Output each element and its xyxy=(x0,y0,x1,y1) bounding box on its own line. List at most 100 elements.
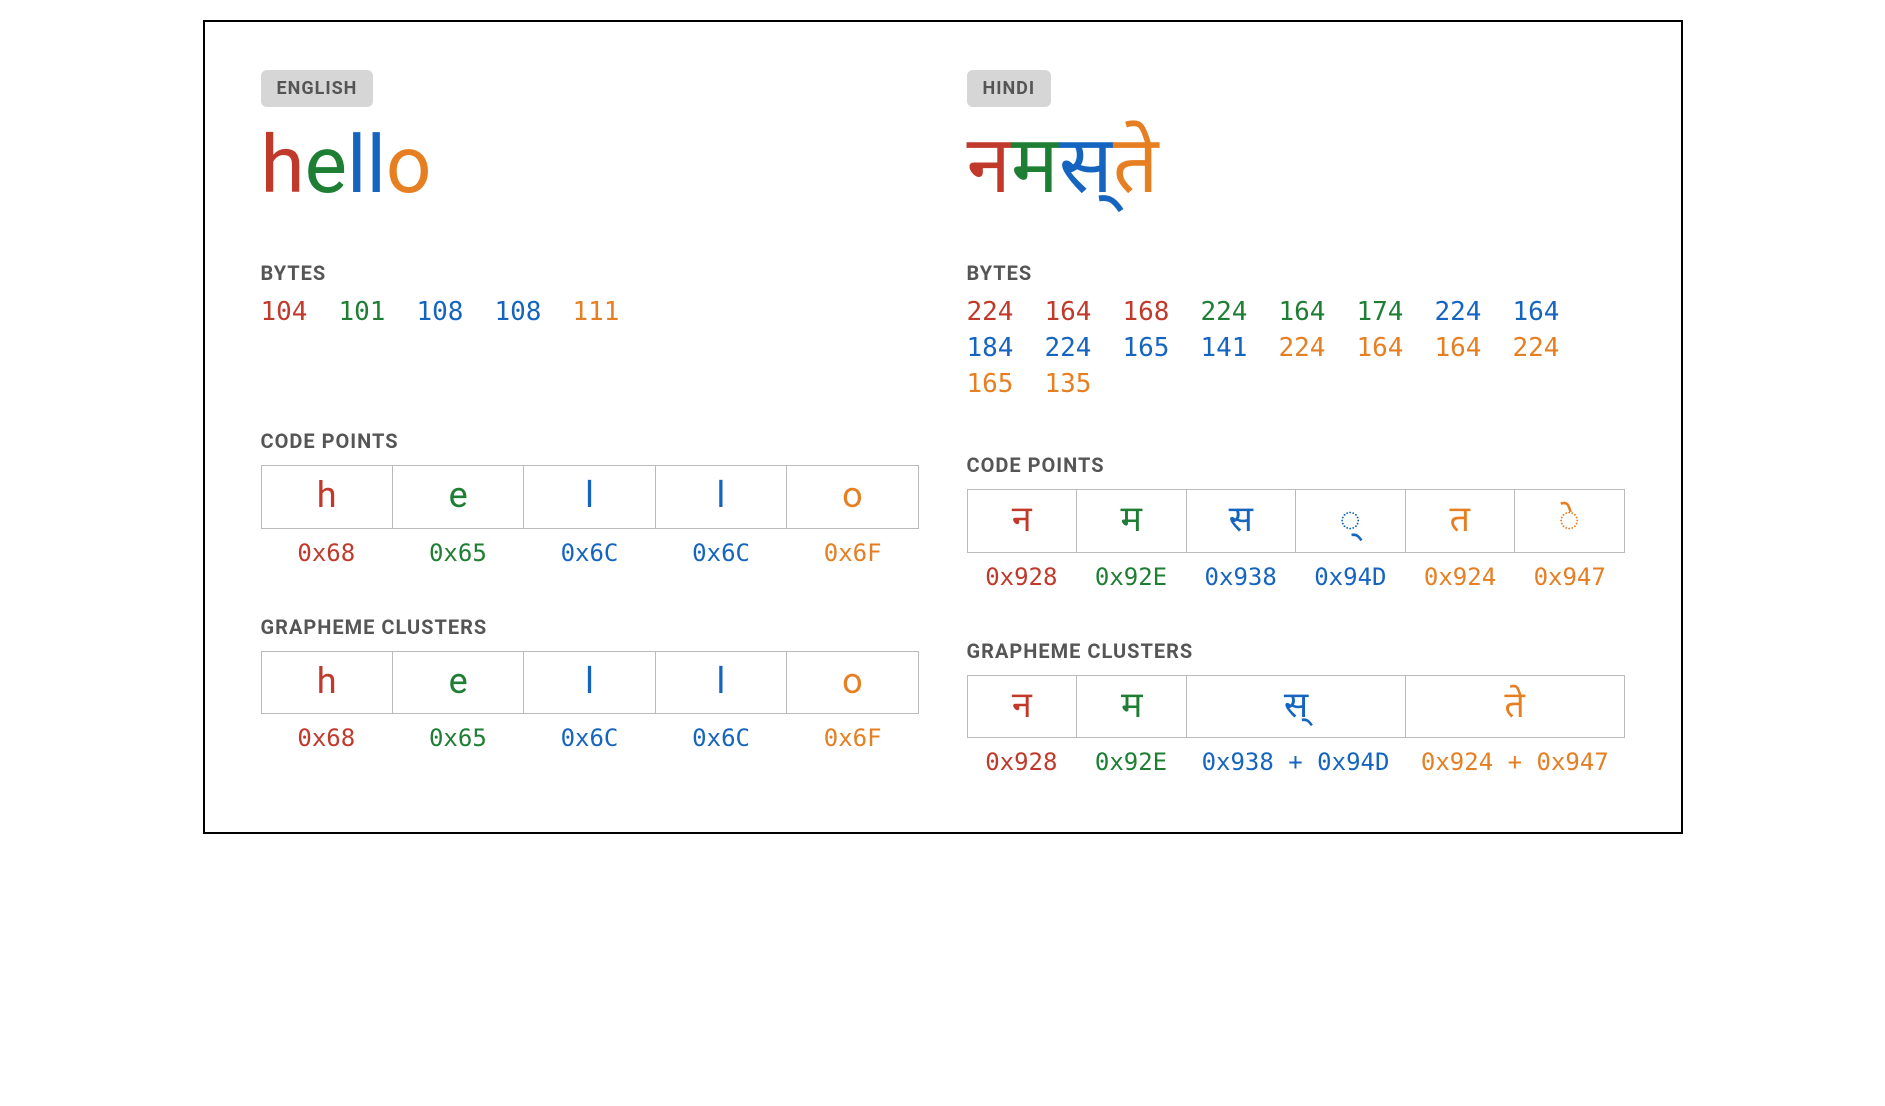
byte-value: 101 xyxy=(339,297,417,327)
headline-char: h xyxy=(261,125,305,205)
grapheme-cell: ते xyxy=(1406,676,1624,738)
byte-value: 224 xyxy=(1045,333,1123,363)
diagram-frame: ENGLISHhelloBYTES104101108108111CODE POI… xyxy=(203,20,1683,834)
headline-char: न xyxy=(967,125,1011,205)
codepoint-hex: 0x6C xyxy=(524,539,656,567)
byte-value: 224 xyxy=(1279,333,1357,363)
byte-value: 165 xyxy=(1123,333,1201,363)
section-label-bytes: BYTES xyxy=(261,261,919,285)
codepoint-cell: o xyxy=(787,466,917,528)
codepoints-section: CODE POINTSनमस◌्त◌े0x9280x92E0x9380x94D0… xyxy=(967,453,1625,591)
section-label-codepoints: CODE POINTS xyxy=(261,429,919,453)
grapheme-cell: l xyxy=(524,652,655,714)
headline-char: l xyxy=(347,125,366,205)
grapheme-cell: o xyxy=(787,652,917,714)
codepoint-cell: न xyxy=(968,490,1078,552)
section-label-codepoints: CODE POINTS xyxy=(967,453,1625,477)
column-english: ENGLISHhelloBYTES104101108108111CODE POI… xyxy=(261,70,919,776)
byte-value: 111 xyxy=(573,297,651,327)
codepoint-hex: 0x924 xyxy=(1405,563,1515,591)
codepoints-hex-row: 0x680x650x6C0x6C0x6F xyxy=(261,539,919,567)
grapheme-hex: 0x65 xyxy=(392,724,524,752)
byte-value: 108 xyxy=(495,297,573,327)
codepoint-cell: ◌े xyxy=(1515,490,1624,552)
columns-container: ENGLISHhelloBYTES104101108108111CODE POI… xyxy=(261,70,1625,776)
grapheme-cell: स् xyxy=(1187,676,1406,738)
headline-char: l xyxy=(366,125,385,205)
byte-value: 168 xyxy=(1123,297,1201,327)
grapheme-hex: 0x6C xyxy=(655,724,787,752)
byte-value: 164 xyxy=(1435,333,1513,363)
byte-value: 224 xyxy=(1513,333,1591,363)
codepoints-table: hello xyxy=(261,465,919,529)
byte-value: 141 xyxy=(1201,333,1279,363)
language-badge: HINDI xyxy=(967,70,1052,107)
headline-char: स् xyxy=(1059,125,1113,205)
graphemes-table: hello xyxy=(261,651,919,715)
grapheme-hex: 0x928 xyxy=(967,748,1077,776)
grapheme-hex: 0x924 + 0x947 xyxy=(1405,748,1624,776)
codepoint-hex: 0x6F xyxy=(787,539,919,567)
byte-value: 108 xyxy=(417,297,495,327)
byte-value: 135 xyxy=(1045,369,1123,399)
grapheme-hex: 0x6F xyxy=(787,724,919,752)
codepoint-hex: 0x65 xyxy=(392,539,524,567)
byte-value: 224 xyxy=(1201,297,1279,327)
byte-value: 164 xyxy=(1279,297,1357,327)
byte-value: 164 xyxy=(1513,297,1591,327)
codepoint-hex: 0x92E xyxy=(1076,563,1186,591)
byte-value: 104 xyxy=(261,297,339,327)
headline-char: म xyxy=(1011,125,1059,205)
graphemes-hex-row: 0x9280x92E0x938 + 0x94D0x924 + 0x947 xyxy=(967,748,1625,776)
grapheme-cell: l xyxy=(656,652,787,714)
grapheme-hex: 0x92E xyxy=(1076,748,1186,776)
codepoint-hex: 0x6C xyxy=(655,539,787,567)
grapheme-cell: e xyxy=(393,652,524,714)
section-label-bytes: BYTES xyxy=(967,261,1625,285)
bytes-row: 104101108108111 xyxy=(261,297,919,333)
codepoint-hex: 0x947 xyxy=(1515,563,1625,591)
grapheme-hex: 0x6C xyxy=(524,724,656,752)
codepoint-cell: स xyxy=(1187,490,1297,552)
headline-word: hello xyxy=(261,125,919,205)
section-label-graphemes: GRAPHEME CLUSTERS xyxy=(261,615,919,639)
byte-value: 224 xyxy=(967,297,1045,327)
codepoints-section: CODE POINTShello0x680x650x6C0x6C0x6F xyxy=(261,429,919,567)
grapheme-hex: 0x68 xyxy=(261,724,393,752)
codepoint-hex: 0x94D xyxy=(1296,563,1406,591)
headline-char: o xyxy=(386,125,432,205)
codepoint-hex: 0x68 xyxy=(261,539,393,567)
graphemes-table: नमस्ते xyxy=(967,675,1625,739)
headline-char: ते xyxy=(1113,125,1159,205)
codepoint-cell: e xyxy=(393,466,524,528)
codepoint-cell: ◌् xyxy=(1296,490,1406,552)
codepoints-table: नमस◌्त◌े xyxy=(967,489,1625,553)
codepoint-cell: त xyxy=(1406,490,1516,552)
section-label-graphemes: GRAPHEME CLUSTERS xyxy=(967,639,1625,663)
grapheme-cell: म xyxy=(1077,676,1187,738)
bytes-section: BYTES104101108108111 xyxy=(261,261,919,381)
byte-value: 164 xyxy=(1357,333,1435,363)
column-hindi: HINDIनमस्तेBYTES224164168224164174224164… xyxy=(967,70,1625,776)
graphemes-section: GRAPHEME CLUSTERS नमस्ते 0x9280x92E0x938 +… xyxy=(967,639,1625,777)
codepoints-hex-row: 0x9280x92E0x9380x94D0x9240x947 xyxy=(967,563,1625,591)
codepoint-cell: म xyxy=(1077,490,1187,552)
headline-word: नमस्ते xyxy=(967,125,1625,205)
bytes-row: 2241641682241641742241641842241651412241… xyxy=(967,297,1625,405)
byte-value: 224 xyxy=(1435,297,1513,327)
grapheme-cell: h xyxy=(262,652,393,714)
grapheme-cell: न xyxy=(968,676,1078,738)
byte-value: 164 xyxy=(1045,297,1123,327)
codepoint-cell: l xyxy=(524,466,655,528)
byte-value: 165 xyxy=(967,369,1045,399)
codepoint-cell: l xyxy=(656,466,787,528)
codepoint-hex: 0x938 xyxy=(1186,563,1296,591)
language-badge: ENGLISH xyxy=(261,70,374,107)
graphemes-hex-row: 0x680x650x6C0x6C0x6F xyxy=(261,724,919,752)
headline-char: e xyxy=(305,125,347,205)
codepoint-hex: 0x928 xyxy=(967,563,1077,591)
bytes-section: BYTES22416416822416417422416418422416514… xyxy=(967,261,1625,405)
byte-value: 184 xyxy=(967,333,1045,363)
graphemes-section: GRAPHEME CLUSTERShello0x680x650x6C0x6C0x… xyxy=(261,615,919,753)
byte-value: 174 xyxy=(1357,297,1435,327)
